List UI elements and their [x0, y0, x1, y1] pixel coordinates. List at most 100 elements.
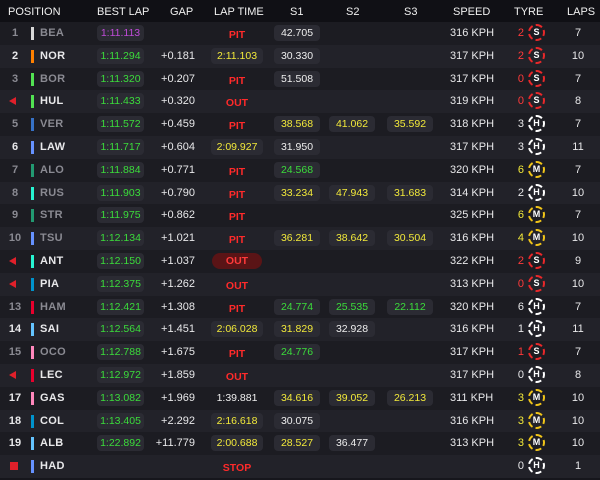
driver-row[interactable]: 13 HAM 1:12.421 +1.308 PIT 24.774 25.535 22.112… — [0, 295, 600, 319]
speed-trap-value: 318 KPH — [450, 118, 495, 131]
team-color-bar — [31, 95, 34, 109]
team-color-bar — [31, 368, 34, 382]
tyre-compound-icon: H — [528, 115, 545, 133]
gap-value: +1.969 — [161, 391, 195, 404]
driver-code: HUL — [40, 95, 64, 108]
sector-s3-time: 22.112 — [387, 298, 433, 315]
laps-count: 7 — [574, 209, 582, 222]
position-number: 5 — [11, 118, 19, 131]
best-lap-time: 1:12.972 — [97, 366, 144, 383]
gap-value: +1.859 — [161, 368, 195, 381]
driver-code: LAW — [40, 140, 66, 153]
lap-time-status: STOP — [222, 462, 252, 475]
tyre-compound-icon: S — [528, 24, 545, 41]
position-number: 9 — [11, 209, 19, 222]
gap-value: +1.451 — [161, 323, 195, 336]
sector-s1-time: 38.568 — [274, 116, 320, 133]
driver-code: GAS — [40, 391, 65, 404]
driver-row[interactable]: HAD STOP 0 H 1 — [0, 455, 600, 478]
tyre-compound-icon: M — [528, 229, 545, 247]
driver-row[interactable]: 5 VER 1:11.572 +0.459 PIT 38.568 41.062 35.592 3… — [0, 113, 600, 136]
laps-count: 7 — [574, 163, 582, 176]
lap-time-status: 2:06.028 — [211, 321, 263, 338]
team-color-bar — [31, 27, 34, 40]
tyre-compound-icon: M — [528, 434, 545, 452]
driver-code: ALO — [40, 163, 65, 176]
sector-s1-time: 24.776 — [274, 344, 320, 361]
sector-s1-time: 24.774 — [274, 298, 320, 315]
sector-s1-time: 28.527 — [274, 435, 320, 452]
tyre-age: 6 — [517, 209, 524, 222]
driver-row[interactable]: ANT 1:12.150 +1.037 OUT 322 KPH 2 S 9 — [0, 249, 600, 273]
sector-s2-time: 47.943 — [329, 184, 375, 201]
driver-row[interactable]: LEC 1:12.972 +1.859 OUT 317 KPH 0 H 8 — [0, 363, 600, 387]
driver-row[interactable]: 7 ALO 1:11.884 +0.771 PIT 24.568 320 KPH 6 M 7 — [0, 158, 600, 182]
lap-time-status: OUT — [225, 279, 249, 292]
driver-row[interactable]: HUL 1:11.433 +0.320 OUT 319 KPH 0 S 8 — [0, 90, 600, 114]
tyre-compound-icon: H — [528, 297, 545, 315]
sector-s2-time: 36.477 — [329, 435, 375, 452]
retired-flag-icon — [10, 462, 18, 471]
driver-row[interactable]: PIA 1:12.375 +1.262 OUT 313 KPH 0 S 10 — [0, 272, 600, 296]
driver-code: BEA — [40, 27, 65, 39]
position-number: 18 — [8, 414, 22, 427]
lap-time-status: PIT — [228, 29, 246, 41]
driver-row[interactable]: 8 RUS 1:11.903 +0.790 PIT 33.234 47.943 31.683 3… — [0, 181, 600, 205]
tyre-compound-icon: M — [528, 388, 545, 406]
gap-value: +1.021 — [161, 232, 195, 245]
best-lap-time: 1:12.375 — [97, 275, 144, 292]
driver-code: VER — [40, 118, 64, 131]
header-s3: S3 — [404, 6, 418, 18]
driver-row[interactable]: 1 BEA 1:11.113 PIT 42.705 316 KPH 2 S 7 — [0, 22, 600, 45]
best-lap-time: 1:12.134 — [97, 230, 144, 247]
tyre-age: 3 — [517, 391, 524, 404]
team-color-bar — [31, 140, 34, 154]
driver-row[interactable]: 10 TSU 1:12.134 +1.021 PIT 36.281 38.642 30.504… — [0, 227, 600, 250]
best-lap-time: 1:11.320 — [97, 70, 144, 87]
lost-position-arrow-icon — [9, 370, 16, 379]
tyre-age: 3 — [517, 140, 524, 153]
gap-value: +1.037 — [161, 254, 195, 267]
tyre-age: 3 — [517, 118, 524, 131]
best-lap-time: 1:12.788 — [97, 344, 144, 361]
team-color-bar — [31, 277, 34, 291]
lap-time-status: PIT — [228, 302, 246, 315]
driver-row[interactable]: 6 LAW 1:11.717 +0.604 2:09.927 31.950 317 KPH 3… — [0, 135, 600, 159]
team-color-bar — [31, 209, 34, 223]
driver-row[interactable]: 15 OCO 1:12.788 +1.675 PIT 24.776 317 KPH 1 S 7 — [0, 341, 600, 364]
driver-row[interactable]: 2 NOR 1:11.294 +0.181 2:11.103 30.330 317 KPH 2… — [0, 44, 600, 68]
lost-position-arrow-icon — [9, 97, 16, 106]
tyre-age: 0 — [517, 277, 524, 290]
tyre-compound-icon: H — [528, 183, 545, 201]
sector-s1-time: 51.508 — [274, 70, 320, 87]
laps-count: 10 — [571, 391, 585, 404]
laps-count: 1 — [574, 460, 582, 473]
tyre-age: 4 — [517, 232, 524, 245]
position-number: 19 — [8, 437, 22, 450]
tyre-age: 0 — [517, 368, 524, 381]
tyre-age: 1 — [517, 323, 524, 336]
team-color-bar — [31, 49, 34, 63]
header-tyre: TYRE — [514, 6, 544, 18]
laps-count: 10 — [571, 49, 585, 62]
laps-count: 7 — [574, 27, 582, 39]
driver-code: SAI — [40, 323, 60, 336]
tyre-age: 2 — [517, 254, 524, 267]
driver-row[interactable]: 17 GAS 1:13.082 +1.969 1:39.881 34.616 39.052 2… — [0, 386, 600, 410]
position-number: 13 — [8, 300, 22, 313]
driver-row[interactable]: 19 ALB 1:22.892 +11.779 2:00.688 28.527 36.477… — [0, 432, 600, 456]
position-number: 1 — [11, 27, 19, 39]
position-number: 10 — [8, 232, 22, 245]
driver-code: PIA — [40, 277, 60, 290]
gap-value: +0.320 — [161, 95, 195, 108]
sector-s1-time: 34.616 — [274, 389, 320, 406]
driver-row[interactable]: 18 COL 1:13.405 +2.292 2:16.618 30.075 316 KPH… — [0, 409, 600, 433]
driver-row[interactable]: 3 BOR 1:11.320 +0.207 PIT 51.508 317 KPH 0 S 7 — [0, 67, 600, 91]
speed-trap-value: 319 KPH — [450, 95, 495, 108]
speed-trap-value: 325 KPH — [450, 209, 495, 222]
driver-row[interactable]: 14 SAI 1:12.564 +1.451 2:06.028 31.829 32.928 3… — [0, 318, 600, 342]
tyre-compound-icon: S — [528, 274, 545, 292]
sector-s2-time: 32.928 — [329, 321, 375, 338]
driver-row[interactable]: 9 STR 1:11.975 +0.862 PIT 325 KPH 6 M 7 — [0, 204, 600, 228]
driver-code: NOR — [40, 49, 66, 62]
